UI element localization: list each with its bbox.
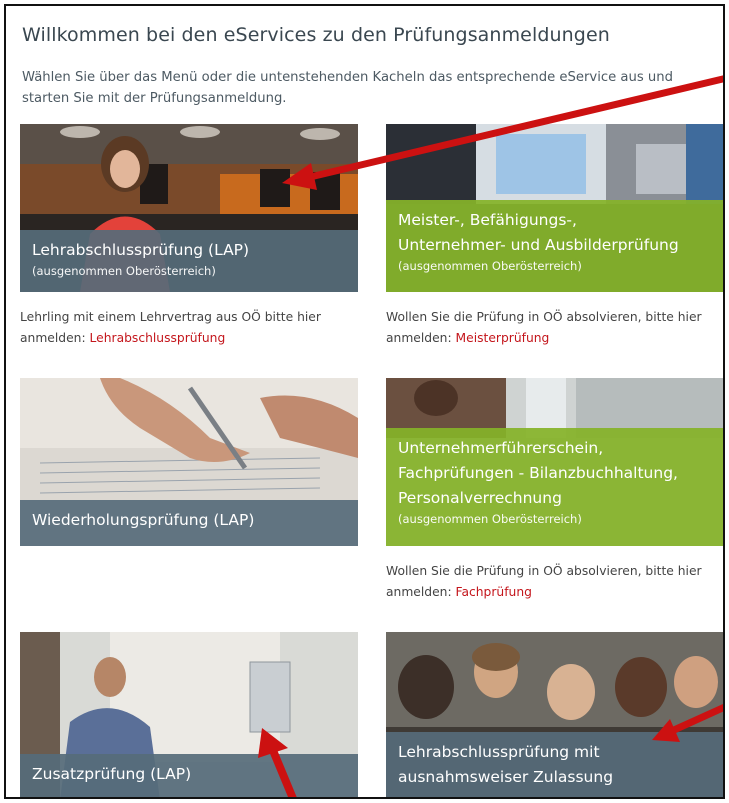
link-lehrabschlusspruefung[interactable]: Lehrabschlussprüfung	[90, 331, 226, 345]
tile-unternehmerfuehrerschein[interactable]: Unternehmerführerschein, Fachprüfungen -…	[386, 378, 723, 546]
tile-lap-subtitle: (ausgenommen Oberösterreich)	[32, 264, 216, 278]
tile-zusatzpruefung[interactable]: Zusatzprüfung (LAP)	[20, 632, 358, 797]
tile-lap-caption: Lehrabschlussprüfung (LAP) (ausgenommen …	[20, 230, 358, 292]
tile-ufs-title-line1: Unternehmerführerschein,	[398, 439, 604, 457]
link-meisterpruefung[interactable]: Meisterprüfung	[456, 331, 550, 345]
tile-meister-subtitle: (ausgenommen Oberösterreich)	[398, 259, 582, 273]
tile-ufs-title-line3: Personalverrechnung	[398, 489, 562, 507]
tile-meister-title-line2: Unternehmer- und Ausbilderprüfung	[398, 236, 679, 254]
page-title: Willkommen bei den eServices zu den Prüf…	[22, 24, 610, 46]
tile-unternehmerfuehrerschein-caption: Unternehmerführerschein, Fachprüfungen -…	[386, 428, 723, 546]
tile-lap-zulassung[interactable]: Lehrabschlussprüfung mit ausnahmsweiser …	[386, 632, 723, 797]
tile-wiederholung-caption: Wiederholungsprüfung (LAP)	[20, 500, 358, 546]
tile-lap-zulassung-title-line1: Lehrabschlussprüfung mit	[398, 743, 600, 761]
tile-zusatzpruefung-title: Zusatzprüfung (LAP)	[32, 765, 192, 783]
intro-text: Wählen Sie über das Menü oder die untens…	[22, 70, 674, 106]
tile-zusatzpruefung-caption: Zusatzprüfung (LAP)	[20, 754, 358, 797]
tile-lap-zulassung-caption: Lehrabschlussprüfung mit ausnahmsweiser …	[386, 732, 723, 797]
link-fachpruefung[interactable]: Fachprüfung	[456, 585, 532, 599]
tile-meister-note: Wollen Sie die Prüfung in OÖ absolvieren…	[386, 307, 723, 349]
tile-ufs-note-text: Wollen Sie die Prüfung in OÖ absolvieren…	[386, 564, 702, 599]
tile-meister-caption: Meister-, Befähigungs-, Unternehmer- und…	[386, 200, 723, 292]
tile-ufs-note: Wollen Sie die Prüfung in OÖ absolvieren…	[386, 561, 723, 603]
tile-meister[interactable]: Meister-, Befähigungs-, Unternehmer- und…	[386, 124, 723, 292]
tile-meister-title-line1: Meister-, Befähigungs-,	[398, 211, 577, 229]
tile-lap[interactable]: Lehrabschlussprüfung (LAP) (ausgenommen …	[20, 124, 358, 292]
tile-ufs-subtitle: (ausgenommen Oberösterreich)	[398, 512, 582, 526]
tile-lap-note: Lehrling mit einem Lehrvertrag aus OÖ bi…	[20, 307, 360, 349]
tile-wiederholung[interactable]: Wiederholungsprüfung (LAP)	[20, 378, 358, 546]
tile-lap-zulassung-title-line2: ausnahmsweiser Zulassung	[398, 768, 614, 786]
tile-lap-title: Lehrabschlussprüfung (LAP)	[32, 241, 250, 259]
page-frame: Willkommen bei den eServices zu den Prüf…	[4, 4, 725, 799]
tile-wiederholung-title: Wiederholungsprüfung (LAP)	[32, 511, 255, 529]
tile-ufs-title-line2: Fachprüfungen - Bilanzbuchhaltung,	[398, 464, 678, 482]
